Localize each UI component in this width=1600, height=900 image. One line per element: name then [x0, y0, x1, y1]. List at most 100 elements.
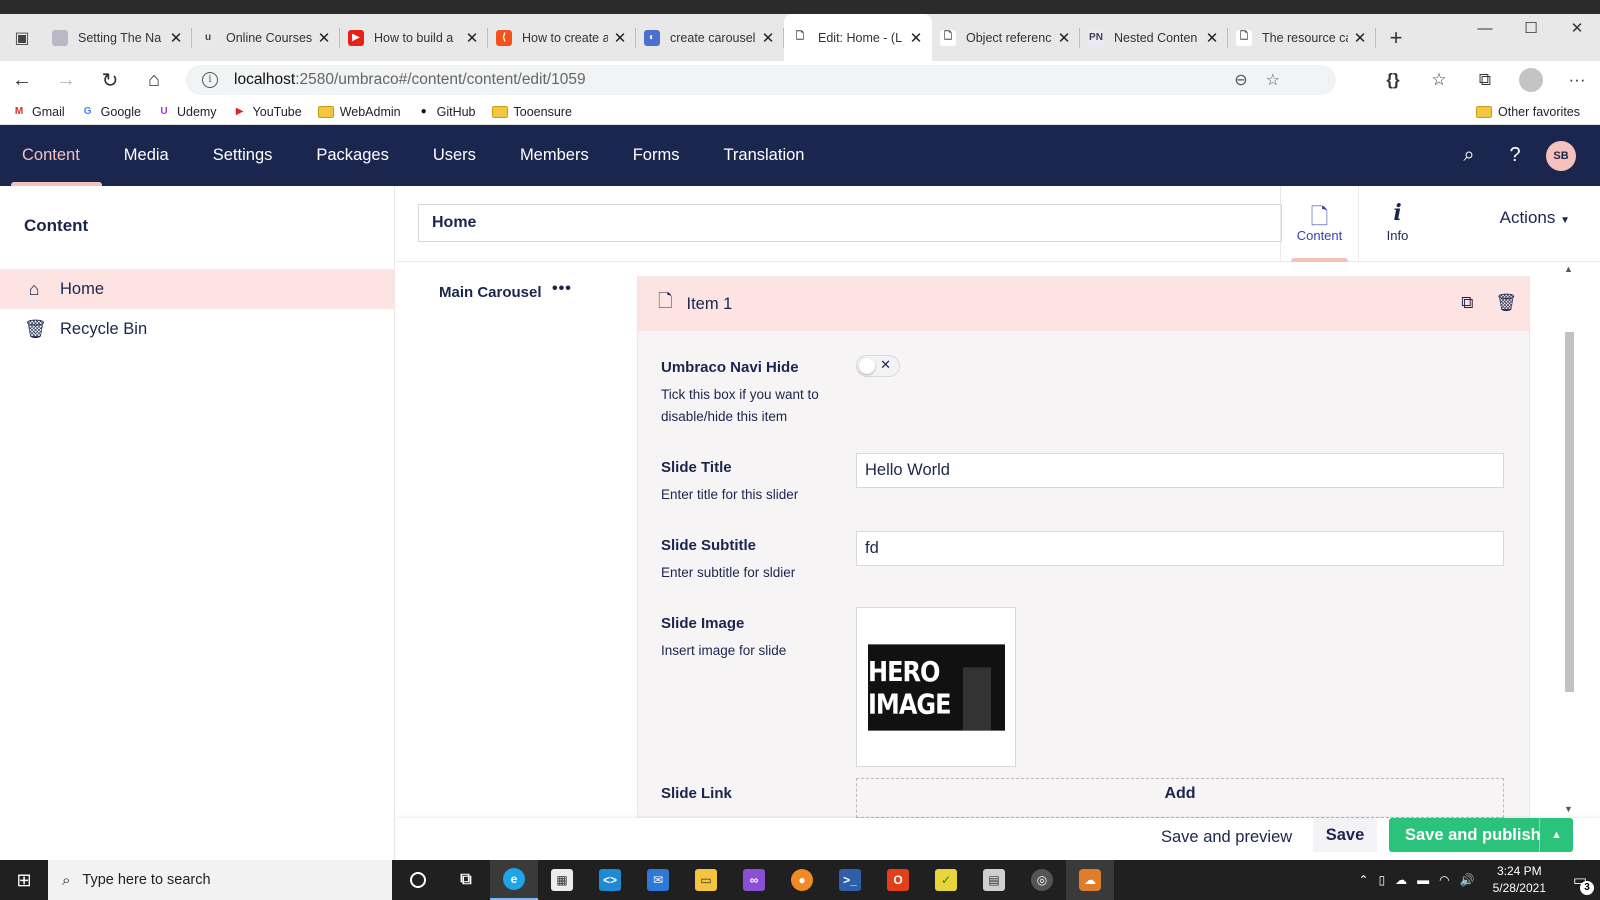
- tray-overflow-icon[interactable]: ⌃: [1359, 873, 1369, 887]
- browser-tab[interactable]: 🗋 Edit: Home - (L ✕: [784, 14, 932, 61]
- tab-info[interactable]: i Info: [1358, 186, 1436, 262]
- new-tab-button[interactable]: +: [1376, 25, 1416, 51]
- section-users[interactable]: Users: [411, 125, 498, 186]
- browser-tab[interactable]: ▶ How to build a ✕: [340, 14, 488, 61]
- slide-image-picker[interactable]: HERO IMAGE: [856, 607, 1016, 767]
- delete-icon[interactable]: 🗑: [1495, 293, 1517, 313]
- tray-device-icon[interactable]: ▯: [1379, 873, 1386, 887]
- tab-close-icon[interactable]: ✕: [1352, 29, 1368, 47]
- database-app-icon[interactable]: ▤: [970, 860, 1018, 900]
- cortana-icon[interactable]: [394, 860, 442, 900]
- add-favorite-icon[interactable]: ☆: [1266, 70, 1280, 90]
- browser-tab[interactable]: ◐ create carousel ✕: [636, 14, 784, 61]
- office-icon[interactable]: O: [874, 860, 922, 900]
- powershell-icon[interactable]: >_: [826, 860, 874, 900]
- slide-subtitle-input[interactable]: fd: [856, 531, 1504, 566]
- node-name-input[interactable]: Home: [418, 204, 1282, 242]
- battery-icon[interactable]: ▬: [1417, 873, 1429, 887]
- section-packages[interactable]: Packages: [294, 125, 410, 186]
- visual-studio-icon[interactable]: ∞: [730, 860, 778, 900]
- copy-icon[interactable]: ⧉: [1461, 293, 1473, 313]
- tab-close-icon[interactable]: ✕: [464, 29, 480, 47]
- address-bar[interactable]: i localhost:2580/umbraco#/content/conten…: [186, 65, 1336, 95]
- mail-icon[interactable]: ✉: [634, 860, 682, 900]
- bookmark-item[interactable]: WebAdmin: [317, 105, 401, 119]
- browser-tab[interactable]: 🗋 Object referenc ✕: [932, 14, 1080, 61]
- section-members[interactable]: Members: [498, 125, 611, 186]
- save-and-preview-button[interactable]: Save and preview: [1161, 828, 1292, 847]
- bookmark-item[interactable]: ● GitHub: [417, 105, 476, 119]
- back-icon[interactable]: ←: [0, 69, 44, 92]
- notifications-icon[interactable]: ▭ 3: [1560, 871, 1600, 895]
- add-link-button[interactable]: Add: [856, 778, 1504, 818]
- site-info-icon[interactable]: i: [202, 72, 218, 88]
- save-and-publish-button[interactable]: Save and publish ▲: [1389, 818, 1573, 852]
- browser-tab[interactable]: u Online Courses ✕: [192, 14, 340, 61]
- caret-up-icon[interactable]: ▲: [1539, 818, 1573, 852]
- more-menu-icon[interactable]: ···: [1554, 70, 1600, 90]
- browser-tab[interactable]: 🗋 The resource ca ✕: [1228, 14, 1376, 61]
- scrollbar-thumb[interactable]: [1565, 332, 1574, 692]
- browser-tab[interactable]: ⟨ How to create a ✕: [488, 14, 636, 61]
- taskbar-search-input[interactable]: ⌕ Type here to search: [48, 860, 392, 900]
- actions-button[interactable]: Actions ▼: [1500, 208, 1570, 228]
- tab-content[interactable]: 🗋 Content: [1280, 186, 1358, 262]
- user-avatar[interactable]: SB: [1546, 140, 1576, 171]
- property-menu-button[interactable]: •••: [552, 280, 572, 298]
- tab-actions-icon[interactable]: ▣: [0, 14, 44, 61]
- section-settings[interactable]: Settings: [191, 125, 295, 186]
- file-explorer-icon[interactable]: ▭: [682, 860, 730, 900]
- tree-item-recycle-bin[interactable]: 🗑 Recycle Bin: [0, 309, 394, 349]
- maximize-icon[interactable]: ☐: [1508, 14, 1554, 44]
- save-button[interactable]: Save: [1313, 818, 1377, 852]
- volume-icon[interactable]: 🔊: [1460, 873, 1475, 887]
- wifi-icon[interactable]: ◠: [1439, 873, 1449, 887]
- tab-close-icon[interactable]: ✕: [316, 29, 332, 47]
- profile-avatar[interactable]: [1519, 68, 1543, 92]
- onedrive-icon[interactable]: ☁: [1395, 873, 1407, 887]
- task-view-icon[interactable]: ⧉: [442, 860, 490, 900]
- bookmark-item[interactable]: G Google: [81, 105, 141, 119]
- store-icon[interactable]: ▦: [538, 860, 586, 900]
- windows-start-icon[interactable]: ⊞: [0, 870, 48, 891]
- bookmark-item[interactable]: U Udemy: [157, 105, 216, 119]
- bookmark-item[interactable]: M Gmail: [12, 105, 65, 119]
- tab-close-icon[interactable]: ✕: [168, 29, 184, 47]
- other-favorites[interactable]: Other favorites: [1476, 105, 1580, 119]
- collections-icon[interactable]: ⧉: [1462, 70, 1508, 90]
- home-icon[interactable]: ⌂: [132, 69, 176, 92]
- bookmark-item[interactable]: ▶ YouTube: [233, 105, 302, 119]
- scroll-up-icon[interactable]: ▲: [1564, 264, 1573, 274]
- edge-icon[interactable]: e: [490, 860, 538, 900]
- close-window-icon[interactable]: ✕: [1554, 14, 1600, 44]
- help-icon[interactable]: ?: [1492, 144, 1538, 167]
- forward-icon[interactable]: →: [44, 69, 88, 92]
- taskbar-clock[interactable]: 3:24 PM 5/28/2021: [1493, 863, 1546, 897]
- search-icon[interactable]: ⌕: [1446, 144, 1492, 167]
- favorites-icon[interactable]: ☆: [1416, 70, 1462, 90]
- hero-image-thumbnail[interactable]: HERO IMAGE: [868, 644, 1005, 731]
- browser-tab[interactable]: Setting The Na ✕: [44, 14, 192, 61]
- navi-hide-toggle[interactable]: ✕: [856, 355, 900, 377]
- section-translation[interactable]: Translation: [701, 125, 826, 186]
- slide-title-input[interactable]: Hello World: [856, 453, 1504, 488]
- browser-tab[interactable]: PN Nested Conten ✕: [1080, 14, 1228, 61]
- tab-close-icon[interactable]: ✕: [612, 29, 628, 47]
- tab-close-icon[interactable]: ✕: [1056, 29, 1072, 47]
- blender-icon[interactable]: ●: [778, 860, 826, 900]
- section-content[interactable]: Content: [0, 125, 102, 186]
- reload-icon[interactable]: ↻: [88, 68, 132, 93]
- sticky-app-icon[interactable]: ✓: [922, 860, 970, 900]
- tree-item-home[interactable]: ⌂ Home: [0, 269, 394, 309]
- section-forms[interactable]: Forms: [611, 125, 702, 186]
- zoom-icon[interactable]: ⊖: [1234, 70, 1247, 90]
- editor-scrollbar[interactable]: ▲ ▼: [1562, 262, 1576, 818]
- tab-close-icon[interactable]: ✕: [908, 29, 924, 47]
- nested-item-header[interactable]: 🗋 Item 1 ⧉ 🗑: [638, 277, 1529, 331]
- vscode-icon[interactable]: <>: [586, 860, 634, 900]
- obs-icon[interactable]: ◎: [1018, 860, 1066, 900]
- devtools-extension-icon[interactable]: {}: [1370, 70, 1416, 90]
- scroll-down-icon[interactable]: ▼: [1564, 804, 1573, 814]
- section-media[interactable]: Media: [102, 125, 191, 186]
- tab-close-icon[interactable]: ✕: [760, 29, 776, 47]
